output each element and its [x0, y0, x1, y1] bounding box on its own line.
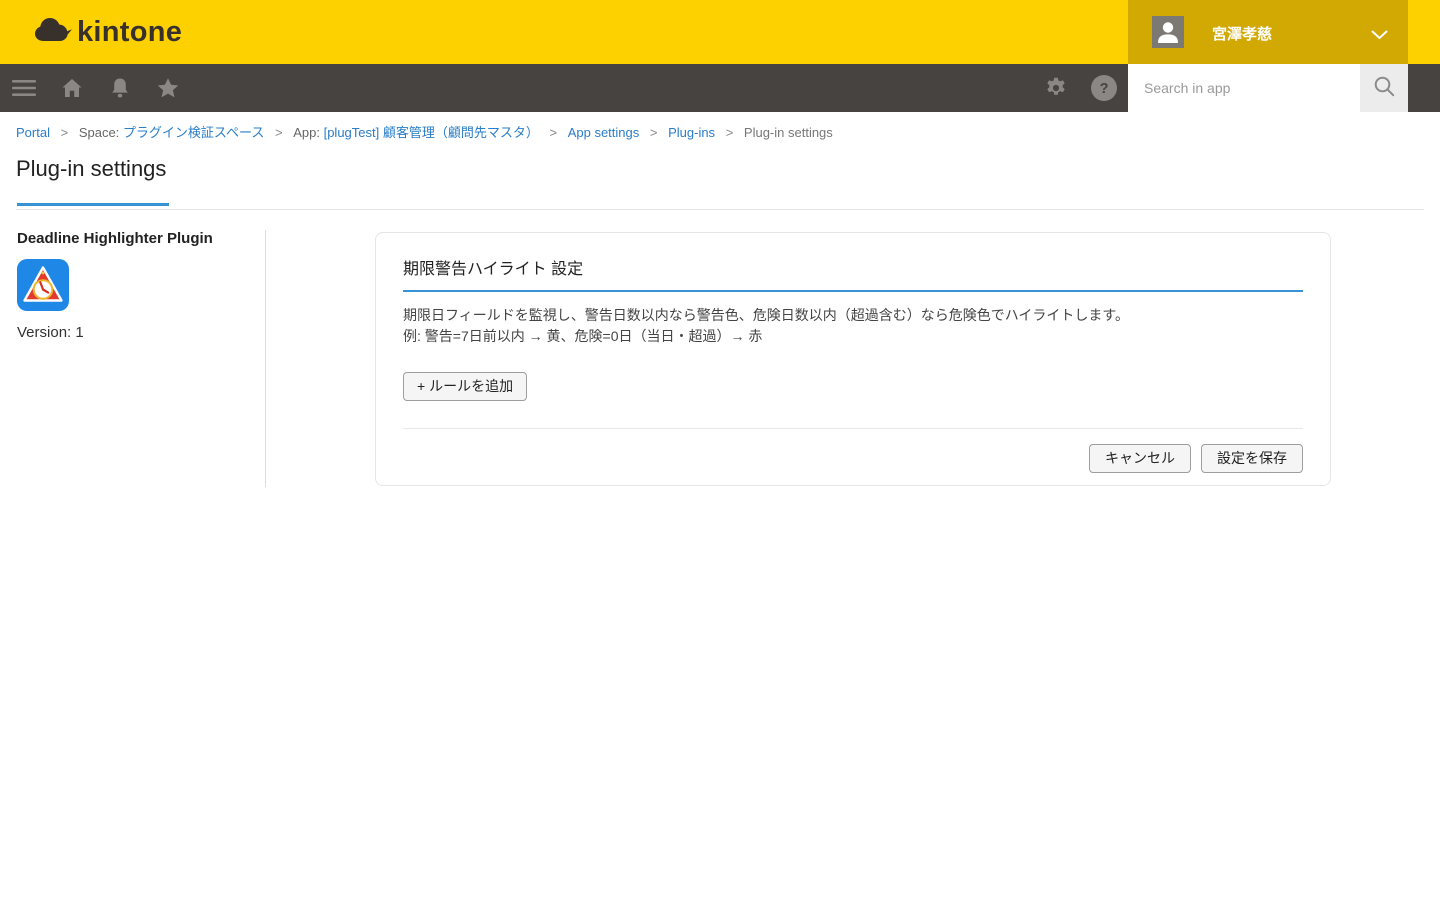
- panel-description: 期限日フィールドを監視し、警告日数以内なら警告色、危険日数以内（超過含む）なら危…: [403, 305, 1303, 347]
- kintone-logo[interactable]: kintone: [34, 15, 182, 50]
- user-menu[interactable]: 宮澤孝慈: [1128, 0, 1408, 64]
- breadcrumb-current: Plug-in settings: [744, 125, 833, 140]
- help-icon[interactable]: ?: [1091, 75, 1117, 101]
- notifications-bell-icon[interactable]: [108, 76, 132, 100]
- cancel-button[interactable]: キャンセル: [1089, 444, 1191, 473]
- breadcrumb: Portal > Space: プラグイン検証スペース > App: [plug…: [16, 122, 833, 141]
- favorites-star-icon[interactable]: [156, 76, 180, 100]
- add-rule-button[interactable]: + ルールを追加: [403, 372, 527, 401]
- panel-footer: キャンセル 設定を保存: [403, 444, 1303, 473]
- plugin-version: Version: 1: [17, 324, 84, 341]
- breadcrumb-portal-link[interactable]: Portal: [16, 125, 50, 140]
- breadcrumb-separator: >: [549, 125, 557, 140]
- panel-description-line1: 期限日フィールドを監視し、警告日数以内なら警告色、危険日数以内（超過含む）なら危…: [403, 307, 1129, 323]
- kintone-cloud-icon: [34, 15, 72, 50]
- user-name: 宮澤孝慈: [1212, 23, 1272, 44]
- top-header-bar: kintone 宮澤孝慈: [0, 0, 1440, 64]
- breadcrumb-app-link[interactable]: [plugTest] 顧客管理（顧問先マスタ）: [324, 125, 539, 140]
- chevron-down-icon: [1371, 27, 1388, 45]
- panel-description-line2: 例: 警告=7日前以内 → 黄、危険=0日（当日・超過）→ 赤: [403, 328, 762, 344]
- breadcrumb-space-prefix: Space:: [79, 125, 119, 140]
- breadcrumb-separator: >: [61, 125, 69, 140]
- page-title: Plug-in settings: [16, 156, 166, 182]
- panel-title-underline: [403, 290, 1303, 292]
- settings-gear-icon[interactable]: [1044, 76, 1068, 100]
- breadcrumb-app-settings-link[interactable]: App settings: [568, 125, 640, 140]
- search-icon: [1372, 74, 1397, 102]
- breadcrumb-separator: >: [726, 125, 734, 140]
- plugin-name: Deadline Highlighter Plugin: [17, 230, 213, 247]
- vertical-divider: [265, 230, 266, 487]
- page-divider: [16, 209, 1424, 210]
- breadcrumb-separator: >: [650, 125, 658, 140]
- kintone-logo-text: kintone: [77, 18, 182, 47]
- panel-footer-divider: [403, 428, 1303, 429]
- home-icon[interactable]: [60, 76, 84, 100]
- breadcrumb-space-link[interactable]: プラグイン検証スペース: [123, 125, 264, 140]
- save-settings-button[interactable]: 設定を保存: [1201, 444, 1303, 473]
- search-input[interactable]: [1128, 64, 1360, 112]
- menu-icon[interactable]: [12, 76, 36, 100]
- search-button[interactable]: [1360, 64, 1408, 112]
- svg-text:?: ?: [1100, 81, 1109, 97]
- plugin-icon: [17, 259, 69, 311]
- page-title-underline: [17, 203, 169, 206]
- main-navbar: ?: [0, 64, 1440, 112]
- panel-title: 期限警告ハイライト 設定: [403, 255, 1303, 279]
- breadcrumb-plugins-link[interactable]: Plug-ins: [668, 125, 715, 140]
- plugin-settings-panel: 期限警告ハイライト 設定 期限日フィールドを監視し、警告日数以内なら警告色、危険…: [375, 232, 1331, 486]
- breadcrumb-app-prefix: App:: [293, 125, 320, 140]
- breadcrumb-separator: >: [275, 125, 283, 140]
- user-avatar: [1152, 16, 1184, 48]
